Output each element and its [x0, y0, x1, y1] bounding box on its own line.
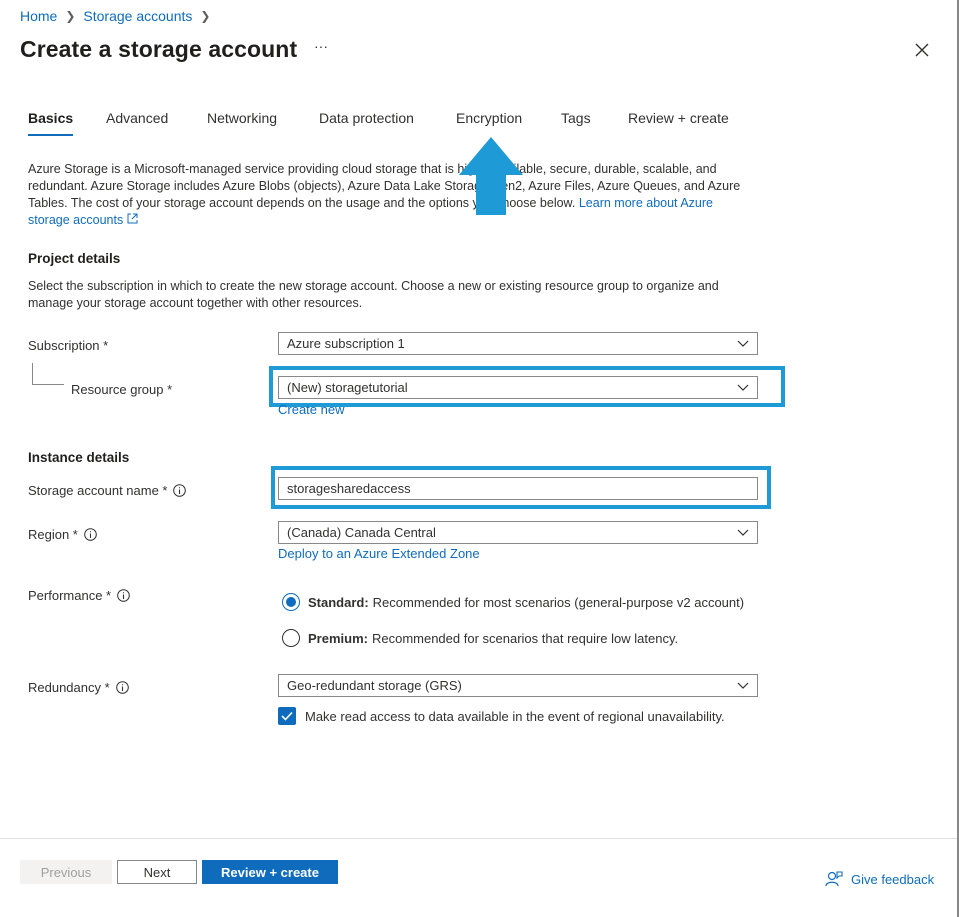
breadcrumb-storage-accounts-link[interactable]: Storage accounts	[83, 8, 192, 24]
region-select[interactable]: (Canada) Canada Central	[278, 521, 758, 544]
performance-premium-option[interactable]: Premium: Recommended for scenarios that …	[282, 629, 678, 647]
premium-desc: Recommended for scenarios that require l…	[371, 630, 679, 646]
info-icon[interactable]	[84, 528, 97, 541]
give-feedback-link[interactable]: Give feedback	[825, 870, 934, 888]
subscription-select[interactable]: Azure subscription 1	[278, 332, 758, 355]
info-icon[interactable]	[117, 589, 130, 602]
instance-details-title: Instance details	[28, 450, 130, 465]
redundancy-select[interactable]: Geo-redundant storage (GRS)	[278, 674, 758, 697]
tab-review-create[interactable]: Review + create	[628, 110, 729, 126]
project-details-title: Project details	[28, 251, 121, 266]
chevron-down-icon	[737, 529, 749, 536]
external-link-icon	[127, 213, 138, 224]
redundancy-label: Redundancy *	[28, 680, 129, 695]
premium-title: Premium:	[308, 630, 368, 646]
intro-line-2: redundant. Azure Storage includes Azure …	[28, 179, 741, 193]
tab-encryption[interactable]: Encryption	[456, 110, 522, 126]
chevron-down-icon	[737, 340, 749, 347]
next-button[interactable]: Next	[117, 860, 197, 884]
read-access-option[interactable]: Make read access to data available in th…	[278, 707, 725, 725]
standard-title: Standard:	[308, 594, 369, 610]
storage-account-name-highlight	[271, 466, 771, 509]
footer-divider	[0, 838, 959, 839]
info-icon[interactable]	[115, 681, 129, 694]
tab-data-protection[interactable]: Data protection	[319, 110, 414, 126]
storage-account-name-label: Storage account name *	[28, 483, 187, 498]
intro-line-1: Azure Storage is a Microsoft-managed ser…	[28, 162, 717, 176]
subscription-label: Subscription *	[28, 338, 109, 353]
tree-connector	[32, 363, 64, 385]
info-icon[interactable]	[173, 484, 187, 497]
resource-group-highlight	[269, 366, 785, 407]
radio-standard[interactable]	[282, 593, 300, 611]
region-label: Region *	[28, 527, 97, 542]
resource-group-label: Resource group *	[71, 382, 173, 397]
page-title: Create a storage account	[20, 36, 298, 62]
read-access-label: Make read access to data available in th…	[305, 708, 725, 724]
checkmark-icon	[281, 711, 293, 721]
breadcrumb: Home ❯ Storage accounts ❯	[20, 8, 218, 24]
feedback-icon	[825, 871, 843, 887]
performance-standard-option[interactable]: Standard: Recommended for most scenarios…	[282, 593, 744, 611]
project-details-description: Select the subscription in which to crea…	[28, 279, 719, 310]
chevron-right-icon: ❯	[65, 9, 76, 23]
performance-label: Performance *	[28, 588, 130, 603]
breadcrumb-home-link[interactable]: Home	[20, 8, 57, 24]
redundancy-value: Geo-redundant storage (GRS)	[287, 678, 462, 693]
radio-premium[interactable]	[282, 629, 300, 647]
review-create-button[interactable]: Review + create	[202, 860, 338, 884]
previous-button[interactable]: Previous	[20, 860, 112, 884]
create-new-link[interactable]: Create new	[278, 402, 344, 417]
read-access-checkbox[interactable]	[278, 707, 296, 725]
region-value: (Canada) Canada Central	[287, 525, 436, 540]
tab-tags[interactable]: Tags	[561, 110, 591, 126]
tab-networking[interactable]: Networking	[207, 110, 277, 126]
subscription-value: Azure subscription 1	[287, 336, 405, 351]
intro-paragraph: Azure Storage is a Microsoft-managed ser…	[28, 161, 758, 229]
tab-advanced[interactable]: Advanced	[106, 110, 168, 126]
tab-basics[interactable]: Basics	[28, 110, 74, 136]
more-options-icon[interactable]: ···	[314, 38, 328, 54]
chevron-right-icon: ❯	[200, 9, 211, 23]
standard-desc: Recommended for most scenarios (general-…	[372, 594, 745, 610]
up-arrow-annotation-icon	[459, 137, 523, 215]
chevron-down-icon	[737, 682, 749, 689]
extended-zone-link[interactable]: Deploy to an Azure Extended Zone	[278, 546, 480, 561]
close-icon[interactable]	[912, 40, 932, 60]
give-feedback-label: Give feedback	[851, 871, 935, 887]
